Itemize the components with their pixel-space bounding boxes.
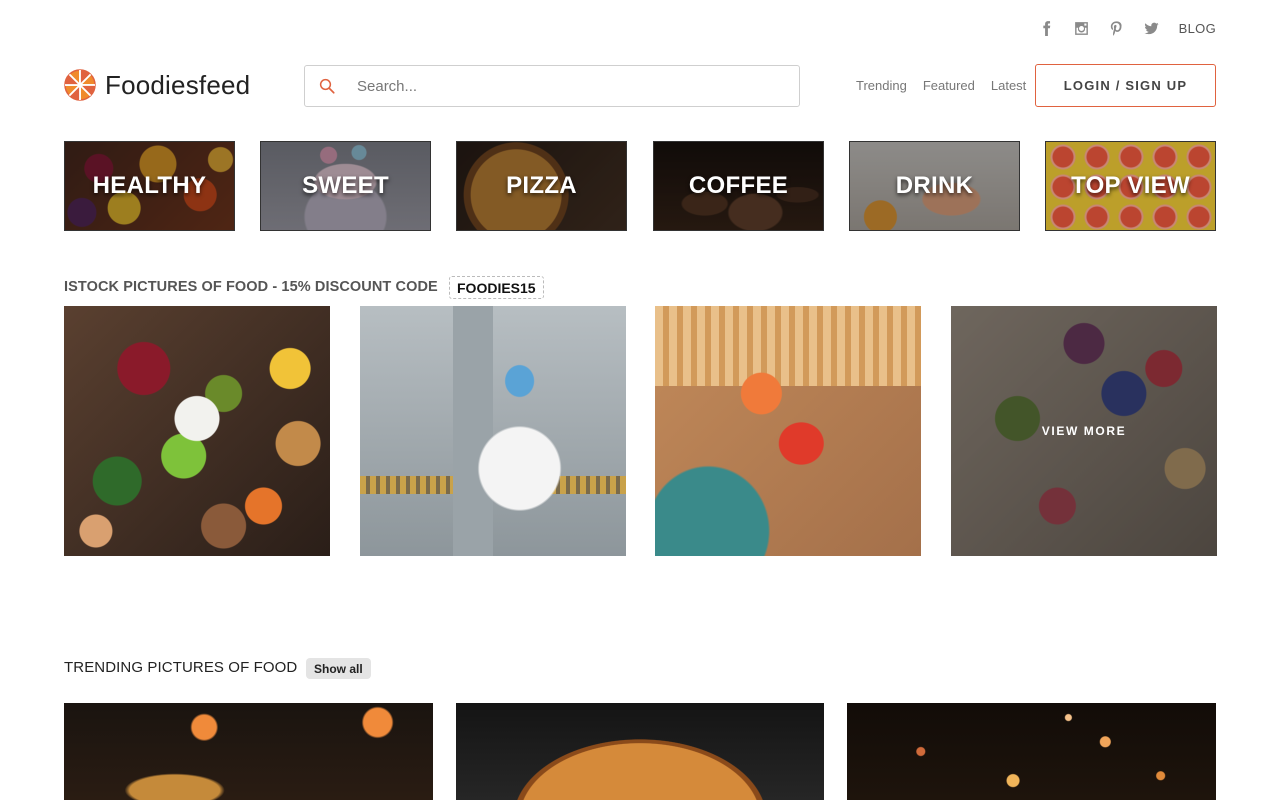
istock-photo-healthy-foods[interactable] (64, 306, 330, 556)
discount-code[interactable]: FOODIES15 (449, 276, 544, 299)
instagram-icon[interactable] (1071, 17, 1093, 39)
nav-latest[interactable]: Latest (991, 78, 1026, 93)
pinterest-icon[interactable] (1106, 17, 1128, 39)
category-pizza[interactable]: PIZZA (456, 141, 627, 231)
trending-photo-bokeh[interactable] (847, 703, 1216, 800)
social-links: BLOG (1023, 17, 1216, 39)
nav-trending[interactable]: Trending (856, 78, 907, 93)
istock-photo-factory-worker[interactable] (360, 306, 626, 556)
category-top-view[interactable]: TOP VIEW (1045, 141, 1216, 231)
category-label: PIZZA (506, 172, 577, 199)
facebook-icon[interactable] (1036, 17, 1058, 39)
nav-featured[interactable]: Featured (923, 78, 975, 93)
photo-image (655, 306, 921, 556)
twitter-icon[interactable] (1141, 17, 1163, 39)
login-signup-button[interactable]: LOGIN / SIGN UP (1035, 64, 1216, 107)
category-label: DRINK (895, 172, 974, 199)
trending-photo-drink[interactable] (64, 703, 433, 800)
logo[interactable]: Foodiesfeed (64, 69, 250, 101)
photo-image (456, 703, 824, 800)
istock-section-title: ISTOCK PICTURES OF FOOD - 15% DISCOUNT C… (64, 279, 438, 295)
view-more-overlay[interactable]: VIEW MORE (951, 306, 1217, 556)
photo-image (360, 306, 626, 556)
photo-image (64, 703, 433, 800)
trending-photo-burger[interactable] (456, 703, 824, 800)
show-all-button[interactable]: Show all (306, 658, 371, 679)
category-label: SWEET (302, 172, 389, 199)
category-label: HEALTHY (92, 172, 207, 199)
category-label: COFFEE (688, 172, 789, 199)
istock-photo-view-more[interactable]: VIEW MORE (951, 306, 1217, 556)
main-nav: Trending Featured Latest (856, 78, 1026, 93)
photo-image (847, 703, 1216, 800)
trending-section-title: TRENDING PICTURES OF FOOD (64, 659, 298, 676)
blog-link[interactable]: BLOG (1179, 21, 1216, 36)
category-label: TOP VIEW (1071, 172, 1190, 199)
category-healthy[interactable]: HEALTHY (64, 141, 235, 231)
photo-image (64, 306, 330, 556)
category-tiles: HEALTHY SWEET PIZZA COFFEE DRINK TOP VIE… (64, 141, 1216, 231)
search-input[interactable] (357, 77, 777, 95)
istock-photo-food-donation[interactable] (655, 306, 921, 556)
search-bar[interactable] (304, 65, 800, 107)
category-sweet[interactable]: SWEET (260, 141, 431, 231)
logo-icon (64, 69, 96, 101)
search-icon[interactable] (307, 66, 347, 106)
logo-text: Foodiesfeed (105, 69, 251, 100)
category-coffee[interactable]: COFFEE (653, 141, 824, 231)
category-drink[interactable]: DRINK (849, 141, 1020, 231)
